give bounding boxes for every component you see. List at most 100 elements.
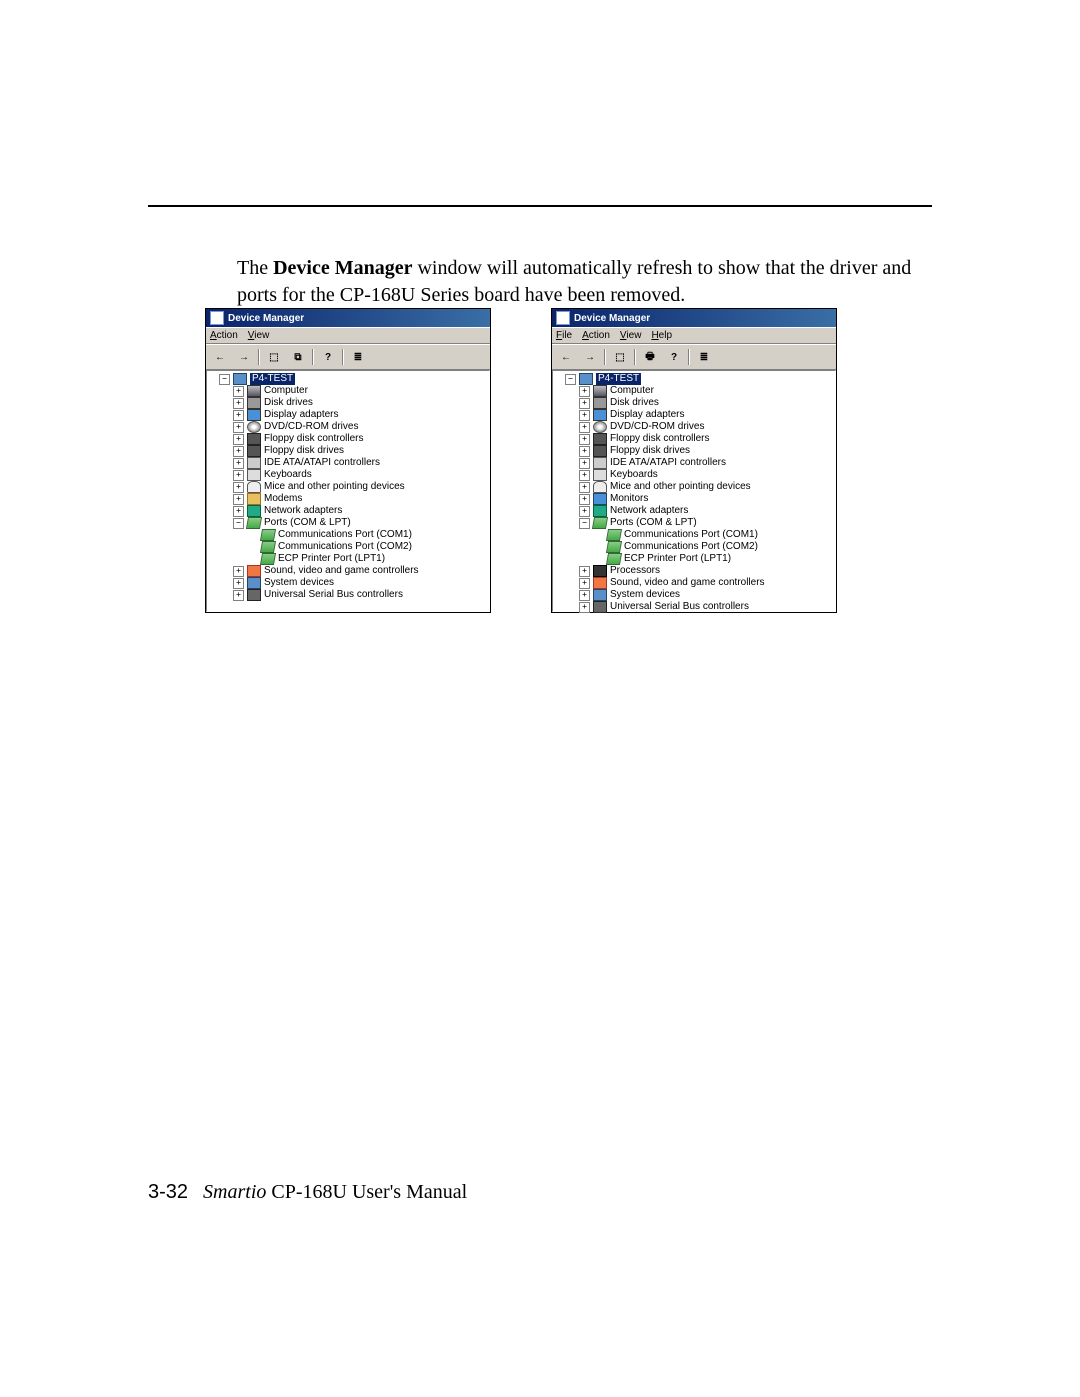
tree-node[interactable]: +System devices [209, 577, 487, 589]
expander-icon[interactable]: + [233, 446, 244, 457]
expander-icon[interactable]: + [233, 398, 244, 409]
toolbar-button[interactable]: ⬚ [610, 347, 630, 367]
tree-node[interactable]: +Monitors [555, 493, 833, 505]
expander-icon[interactable]: − [233, 518, 244, 529]
tree-node[interactable]: Communications Port (COM2) [209, 541, 487, 553]
expander-icon[interactable]: + [233, 578, 244, 589]
disk-icon [247, 397, 261, 409]
menu-item[interactable]: Action [582, 330, 610, 341]
tree-node[interactable]: +Computer [555, 385, 833, 397]
tree-node[interactable]: +Floppy disk drives [209, 445, 487, 457]
tree-node[interactable]: +Network adapters [209, 505, 487, 517]
expander-icon[interactable]: + [233, 386, 244, 397]
expander-icon[interactable]: − [579, 518, 590, 529]
tree-node[interactable]: +Floppy disk controllers [209, 433, 487, 445]
tree-node[interactable]: −Ports (COM & LPT) [555, 517, 833, 529]
toolbar-separator [342, 349, 344, 365]
expander-icon[interactable]: + [233, 470, 244, 481]
toolbar-separator [604, 349, 606, 365]
expander-icon[interactable]: + [233, 458, 244, 469]
tree-node[interactable]: + Computer [209, 385, 487, 397]
expander-icon[interactable]: + [233, 410, 244, 421]
toolbar-button[interactable]: → [234, 347, 254, 367]
tree-node[interactable]: ECP Printer Port (LPT1) [555, 553, 833, 565]
expander-icon[interactable]: + [579, 470, 590, 481]
expander-icon[interactable]: + [579, 482, 590, 493]
expander-icon[interactable]: + [579, 458, 590, 469]
expander-icon[interactable]: + [579, 590, 590, 601]
tree-root[interactable]: − P4-TEST [555, 373, 833, 385]
tree-root[interactable]: − P4-TEST [209, 373, 487, 385]
expander-icon[interactable]: + [233, 482, 244, 493]
window-icon [556, 311, 570, 325]
tree-node[interactable]: +Disk drives [209, 397, 487, 409]
toolbar-button[interactable]: → [580, 347, 600, 367]
tree-node[interactable]: ECP Printer Port (LPT1) [209, 553, 487, 565]
tree-node-label: Display adapters [610, 409, 684, 421]
menu-item[interactable]: View [620, 330, 642, 341]
expander-icon[interactable]: + [233, 506, 244, 517]
expander-icon[interactable]: + [233, 566, 244, 577]
tree-node[interactable]: +Display adapters [209, 409, 487, 421]
tree-node[interactable]: +Mice and other pointing devices [555, 481, 833, 493]
expander-icon[interactable]: + [579, 446, 590, 457]
toolbar-button[interactable]: ? [318, 347, 338, 367]
tree-node[interactable]: +Universal Serial Bus controllers [209, 589, 487, 601]
tree-node[interactable]: + Network adapters [555, 505, 833, 517]
tree-node[interactable]: Communications Port (COM1) [555, 529, 833, 541]
tree-node[interactable]: +DVD/CD-ROM drives [209, 421, 487, 433]
expander-icon[interactable]: + [579, 602, 590, 613]
expander-icon[interactable]: + [579, 410, 590, 421]
toolbar-button[interactable]: ≣ [694, 347, 714, 367]
expander-icon[interactable]: + [233, 434, 244, 445]
toolbar-button[interactable]: ← [210, 347, 230, 367]
expander-icon[interactable]: + [579, 506, 590, 517]
expander-icon[interactable]: + [579, 386, 590, 397]
toolbar-button[interactable]: 🖶 [640, 347, 660, 367]
expander-icon[interactable]: + [579, 434, 590, 445]
tree-node-label: Computer [264, 385, 308, 397]
expander-icon[interactable]: − [565, 374, 576, 385]
toolbar-button[interactable]: ← [556, 347, 576, 367]
expander-icon[interactable]: + [233, 422, 244, 433]
tree-node[interactable]: +Processors [555, 565, 833, 577]
toolbar-button[interactable]: ⧉ [288, 347, 308, 367]
menu-item[interactable]: File [556, 330, 572, 341]
toolbar-button[interactable]: ≣ [348, 347, 368, 367]
expander-icon[interactable]: + [579, 422, 590, 433]
tree-node[interactable]: +Sound, video and game controllers [555, 577, 833, 589]
tree-node[interactable]: Communications Port (COM1) [209, 529, 487, 541]
expander-icon[interactable]: + [579, 566, 590, 577]
tree-node[interactable]: +Mice and other pointing devices [209, 481, 487, 493]
tree-node[interactable]: +Keyboards [209, 469, 487, 481]
tree-node[interactable]: + Display adapters [555, 409, 833, 421]
expander-icon[interactable]: + [579, 398, 590, 409]
toolbar-button[interactable]: ⬚ [264, 347, 284, 367]
tree-node[interactable]: +Sound, video and game controllers [209, 565, 487, 577]
expander-icon[interactable]: + [233, 494, 244, 505]
expander-icon[interactable]: + [233, 590, 244, 601]
toolbar-button[interactable]: ? [664, 347, 684, 367]
expander-icon[interactable]: + [579, 578, 590, 589]
tree-node[interactable]: +IDE ATA/ATAPI controllers [555, 457, 833, 469]
menu-item[interactable]: Action [210, 330, 238, 341]
tree-node[interactable]: +Disk drives [555, 397, 833, 409]
tree-node[interactable]: +IDE ATA/ATAPI controllers [209, 457, 487, 469]
tree-node-label: Communications Port (COM2) [278, 541, 412, 553]
tree-node[interactable]: +Floppy disk drives [555, 445, 833, 457]
menu-item[interactable]: View [248, 330, 270, 341]
tree-node[interactable]: Communications Port (COM2) [555, 541, 833, 553]
tree-node[interactable]: +Modems [209, 493, 487, 505]
tree-node[interactable]: +DVD/CD-ROM drives [555, 421, 833, 433]
tree-node[interactable]: +Keyboards [555, 469, 833, 481]
tree-node[interactable]: +System devices [555, 589, 833, 601]
menubar-right: File Action View Help [552, 327, 836, 344]
expander-icon[interactable]: − [219, 374, 230, 385]
tree-node-label: Network adapters [610, 505, 688, 517]
expander-icon[interactable]: + [579, 494, 590, 505]
menu-item[interactable]: Help [651, 330, 672, 341]
tree-node[interactable]: +Floppy disk controllers [555, 433, 833, 445]
tree-node[interactable]: +Universal Serial Bus controllers [555, 601, 833, 613]
tree-node[interactable]: −Ports (COM & LPT) [209, 517, 487, 529]
toolbar-separator [258, 349, 260, 365]
